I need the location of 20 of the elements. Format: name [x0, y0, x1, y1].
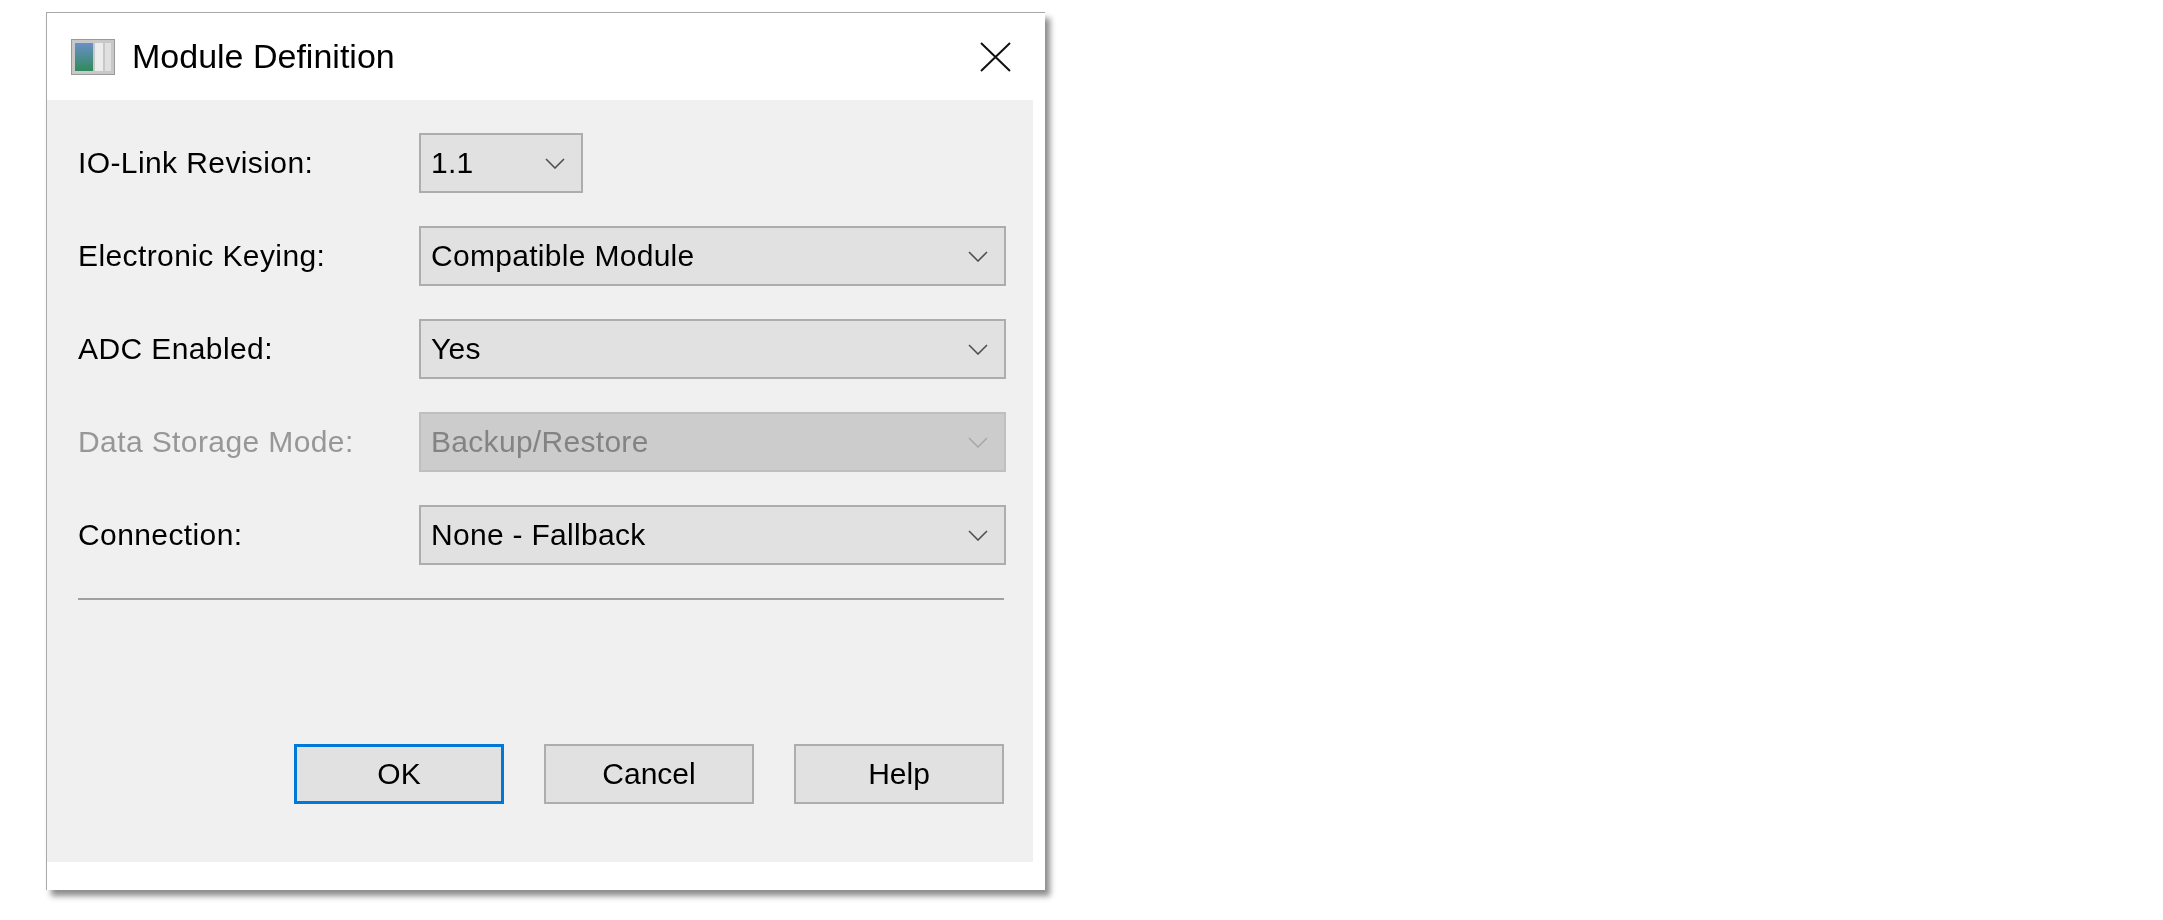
dialog-button[interactable]: Cancel — [544, 744, 754, 804]
dropdown[interactable]: None - Fallback — [419, 505, 1006, 565]
dialog-button[interactable]: Help — [794, 744, 1004, 804]
dropdown[interactable]: Yes — [419, 319, 1006, 379]
chevron-down-icon — [545, 157, 565, 169]
close-icon[interactable] — [980, 41, 1011, 72]
window-title: Module Definition — [132, 37, 395, 76]
chevron-down-icon — [968, 343, 988, 355]
chevron-down-icon — [968, 250, 988, 262]
dropdown[interactable]: Compatible Module — [419, 226, 1006, 286]
dialog-button[interactable]: OK — [294, 744, 504, 804]
field-label: IO-Link Revision: — [78, 146, 315, 180]
field-label: Electronic Keying: — [78, 239, 327, 273]
chevron-down-icon — [968, 436, 988, 448]
chevron-down-icon — [968, 529, 988, 541]
dropdown[interactable]: 1.1 — [419, 133, 583, 193]
field-label: Data Storage Mode: — [78, 425, 355, 459]
window-icon — [71, 38, 115, 75]
field-label: Connection: — [78, 518, 244, 552]
field-label: ADC Enabled: — [78, 332, 274, 366]
